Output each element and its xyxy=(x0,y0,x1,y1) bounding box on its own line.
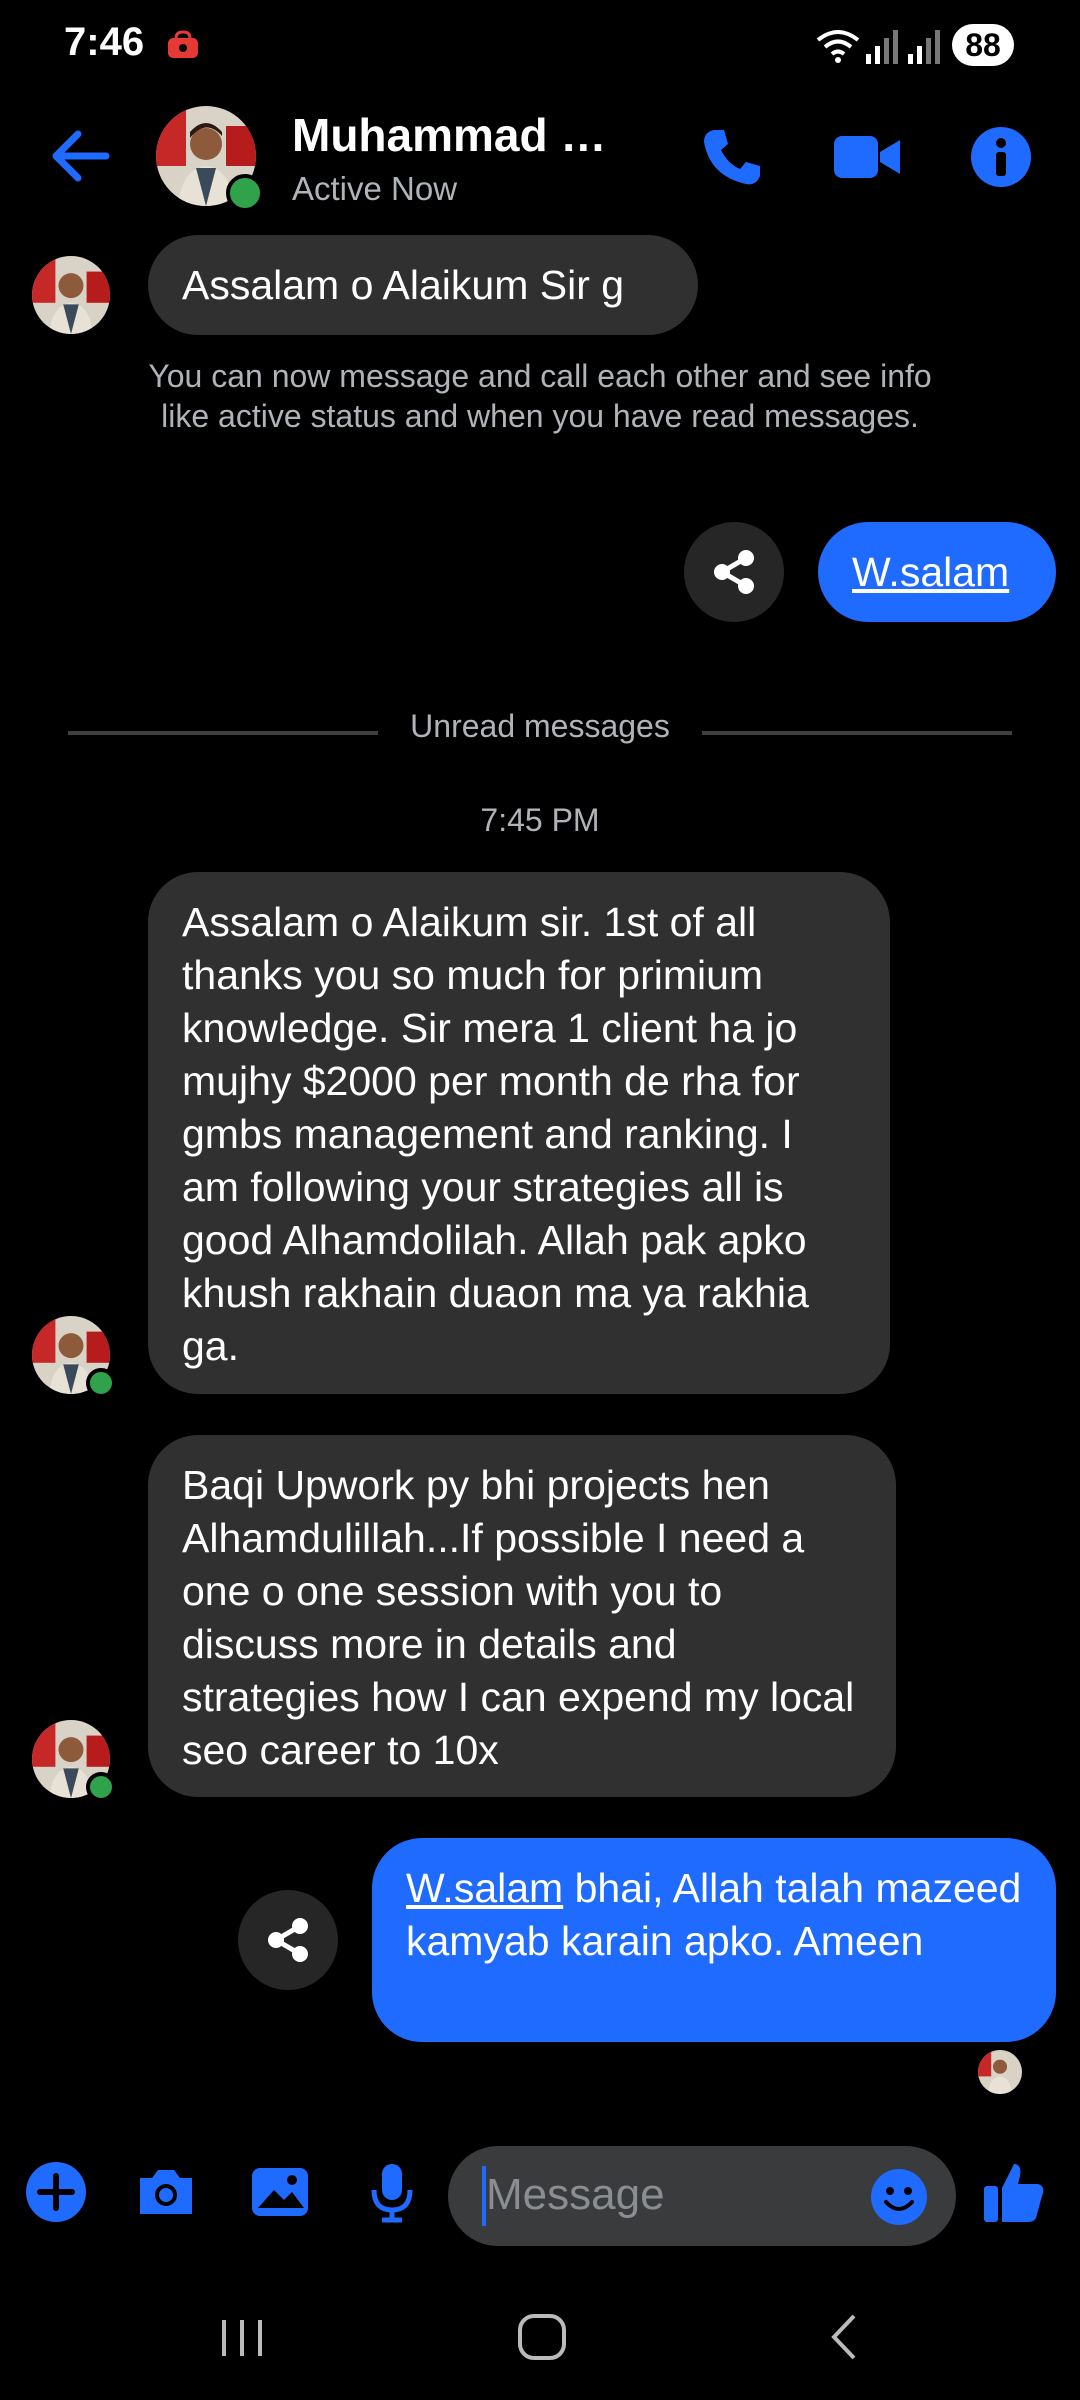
active-status: Active Now xyxy=(292,170,458,207)
message-bubble-outgoing[interactable]: W.salam bhai, Allah talah mazeed kamyab … xyxy=(372,1838,1056,2042)
read-receipt-avatar xyxy=(978,2050,1022,2094)
share-button[interactable] xyxy=(684,522,784,622)
emoji-icon[interactable] xyxy=(870,2168,928,2226)
signal-icon-2 xyxy=(908,30,940,64)
status-bar: 7:46 88 xyxy=(0,0,1080,90)
online-indicator xyxy=(86,1368,116,1398)
video-icon[interactable] xyxy=(832,122,902,192)
message-bubble-outgoing[interactable]: W.salam xyxy=(818,522,1056,622)
back-arrow-icon[interactable] xyxy=(48,128,110,184)
message-link[interactable]: W.salam xyxy=(406,1865,563,1911)
message-text: Assalam o Alaikum Sir g xyxy=(182,262,625,308)
battery-indicator: 88 xyxy=(952,24,1014,66)
message-text: Baqi Upwork py bhi projects hen Alhamdul… xyxy=(182,1462,855,1773)
info-icon[interactable] xyxy=(966,122,1036,192)
recent-apps-icon[interactable] xyxy=(214,2300,270,2372)
share-icon xyxy=(714,550,754,594)
app-notification-icon xyxy=(168,30,198,58)
message-bubble-incoming[interactable]: Baqi Upwork py bhi projects hen Alhamdul… xyxy=(148,1435,896,1797)
plus-icon[interactable] xyxy=(24,2160,88,2224)
mic-icon[interactable] xyxy=(360,2160,424,2224)
message-timestamp: 7:45 PM xyxy=(480,802,600,838)
like-icon[interactable] xyxy=(980,2158,1048,2226)
online-indicator xyxy=(226,174,264,212)
signal-icon xyxy=(866,30,898,64)
message-text: Assalam o Alaikum sir. 1st of all thanks… xyxy=(182,899,809,1369)
back-nav-icon[interactable] xyxy=(818,2300,874,2372)
contact-name[interactable]: Muhammad Us... xyxy=(292,108,632,162)
wifi-icon xyxy=(816,30,860,63)
message-bubble-incoming[interactable]: Assalam o Alaikum Sir g xyxy=(148,235,698,335)
message-placeholder: Message xyxy=(486,2170,665,2219)
status-time: 7:46 xyxy=(64,20,145,64)
camera-icon[interactable] xyxy=(134,2160,198,2224)
home-icon[interactable] xyxy=(514,2300,570,2372)
share-icon xyxy=(268,1918,308,1962)
message-input[interactable]: Message xyxy=(448,2146,956,2246)
system-notice: You can now message and call each other … xyxy=(148,358,932,434)
message-link[interactable]: W.salam xyxy=(852,549,1009,595)
online-indicator xyxy=(86,1772,116,1802)
unread-label: Unread messages xyxy=(410,708,670,744)
sender-avatar[interactable] xyxy=(32,256,110,334)
message-bubble-incoming[interactable]: Assalam o Alaikum sir. 1st of all thanks… xyxy=(148,872,890,1394)
gallery-icon[interactable] xyxy=(248,2160,312,2224)
share-button[interactable] xyxy=(238,1890,338,1990)
phone-icon[interactable] xyxy=(696,122,766,192)
